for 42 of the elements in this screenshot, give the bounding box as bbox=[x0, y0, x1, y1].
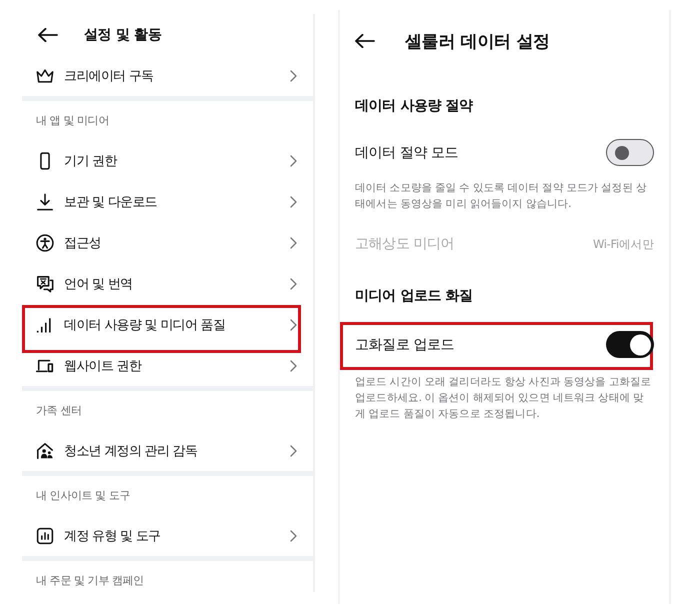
setting-label: 데이터 절약 모드 bbox=[355, 144, 458, 162]
menu-item[interactable]: 기기 권한 bbox=[64, 152, 117, 170]
setting-label: 고해상도 미디어 bbox=[355, 235, 454, 254]
chevron-right-icon bbox=[290, 236, 297, 248]
menu-item[interactable]: 청소년 계정의 관리 감독 bbox=[64, 442, 198, 460]
chevron-right-icon bbox=[290, 530, 297, 542]
chevron-right-icon bbox=[290, 278, 297, 290]
toggle-switch[interactable] bbox=[606, 331, 654, 358]
chevron-right-icon bbox=[290, 196, 297, 208]
section-heading: 미디어 업로드 화질 bbox=[355, 287, 474, 306]
section-label: 내 앱 및 미디어 bbox=[36, 113, 109, 128]
chevron-right-icon bbox=[290, 318, 297, 330]
screen-title: 셀룰러 데이터 설정 bbox=[405, 30, 550, 52]
back-arrow-icon[interactable] bbox=[355, 34, 375, 48]
screen-title: 설정 및 활동 bbox=[84, 26, 162, 44]
menu-item[interactable]: 크리에이터 구독 bbox=[64, 66, 154, 84]
section-heading: 데이터 사용량 절약 bbox=[355, 97, 474, 116]
menu-item[interactable]: 데이터 사용량 및 미디어 품질 bbox=[64, 316, 226, 334]
setting-value: Wi-Fi에서만 bbox=[592, 236, 654, 252]
download-icon bbox=[36, 192, 54, 210]
menu-item[interactable]: 언어 및 번역 bbox=[64, 274, 132, 292]
accessibility-icon bbox=[36, 234, 54, 252]
menu-item[interactable]: 웹사이트 권한 bbox=[64, 356, 142, 374]
setting-label: 고화질로 업로드 bbox=[355, 336, 454, 354]
section-label: 내 주문 및 기부 캠페인 bbox=[36, 573, 144, 588]
chevron-right-icon bbox=[290, 360, 297, 372]
section-label: 가족 센터 bbox=[36, 403, 82, 418]
back-arrow-icon[interactable] bbox=[38, 28, 58, 42]
section-label: 내 인사이트 및 도구 bbox=[36, 488, 130, 503]
chart-icon bbox=[36, 526, 54, 544]
menu-item[interactable]: 계정 유형 및 도구 bbox=[64, 526, 160, 544]
menu-item[interactable]: 보관 및 다운로드 bbox=[64, 192, 157, 210]
chevron-right-icon bbox=[290, 154, 297, 166]
menu-item[interactable]: 접근성 bbox=[64, 234, 101, 252]
crown-icon bbox=[36, 66, 54, 84]
chevron-right-icon bbox=[290, 444, 297, 456]
chevron-right-icon bbox=[290, 70, 297, 82]
toggle-switch[interactable] bbox=[606, 139, 654, 166]
setting-description: 업로드 시간이 오래 걸리더라도 항상 사진과 동영상을 고화질로 업로드하세요. 이 옵션이 해제되어 있으면 네트워크 상태에 맞게 업로드 품질이 자동으로 조정됩니다. bbox=[355, 375, 652, 422]
house-people-icon bbox=[36, 442, 54, 460]
translate-icon bbox=[36, 274, 54, 292]
setting-description: 데이터 소모량을 줄일 수 있도록 데이터 절약 모드가 설정된 상태에서는 동영상을 미리 읽어들이지 않습니다. bbox=[355, 181, 648, 212]
